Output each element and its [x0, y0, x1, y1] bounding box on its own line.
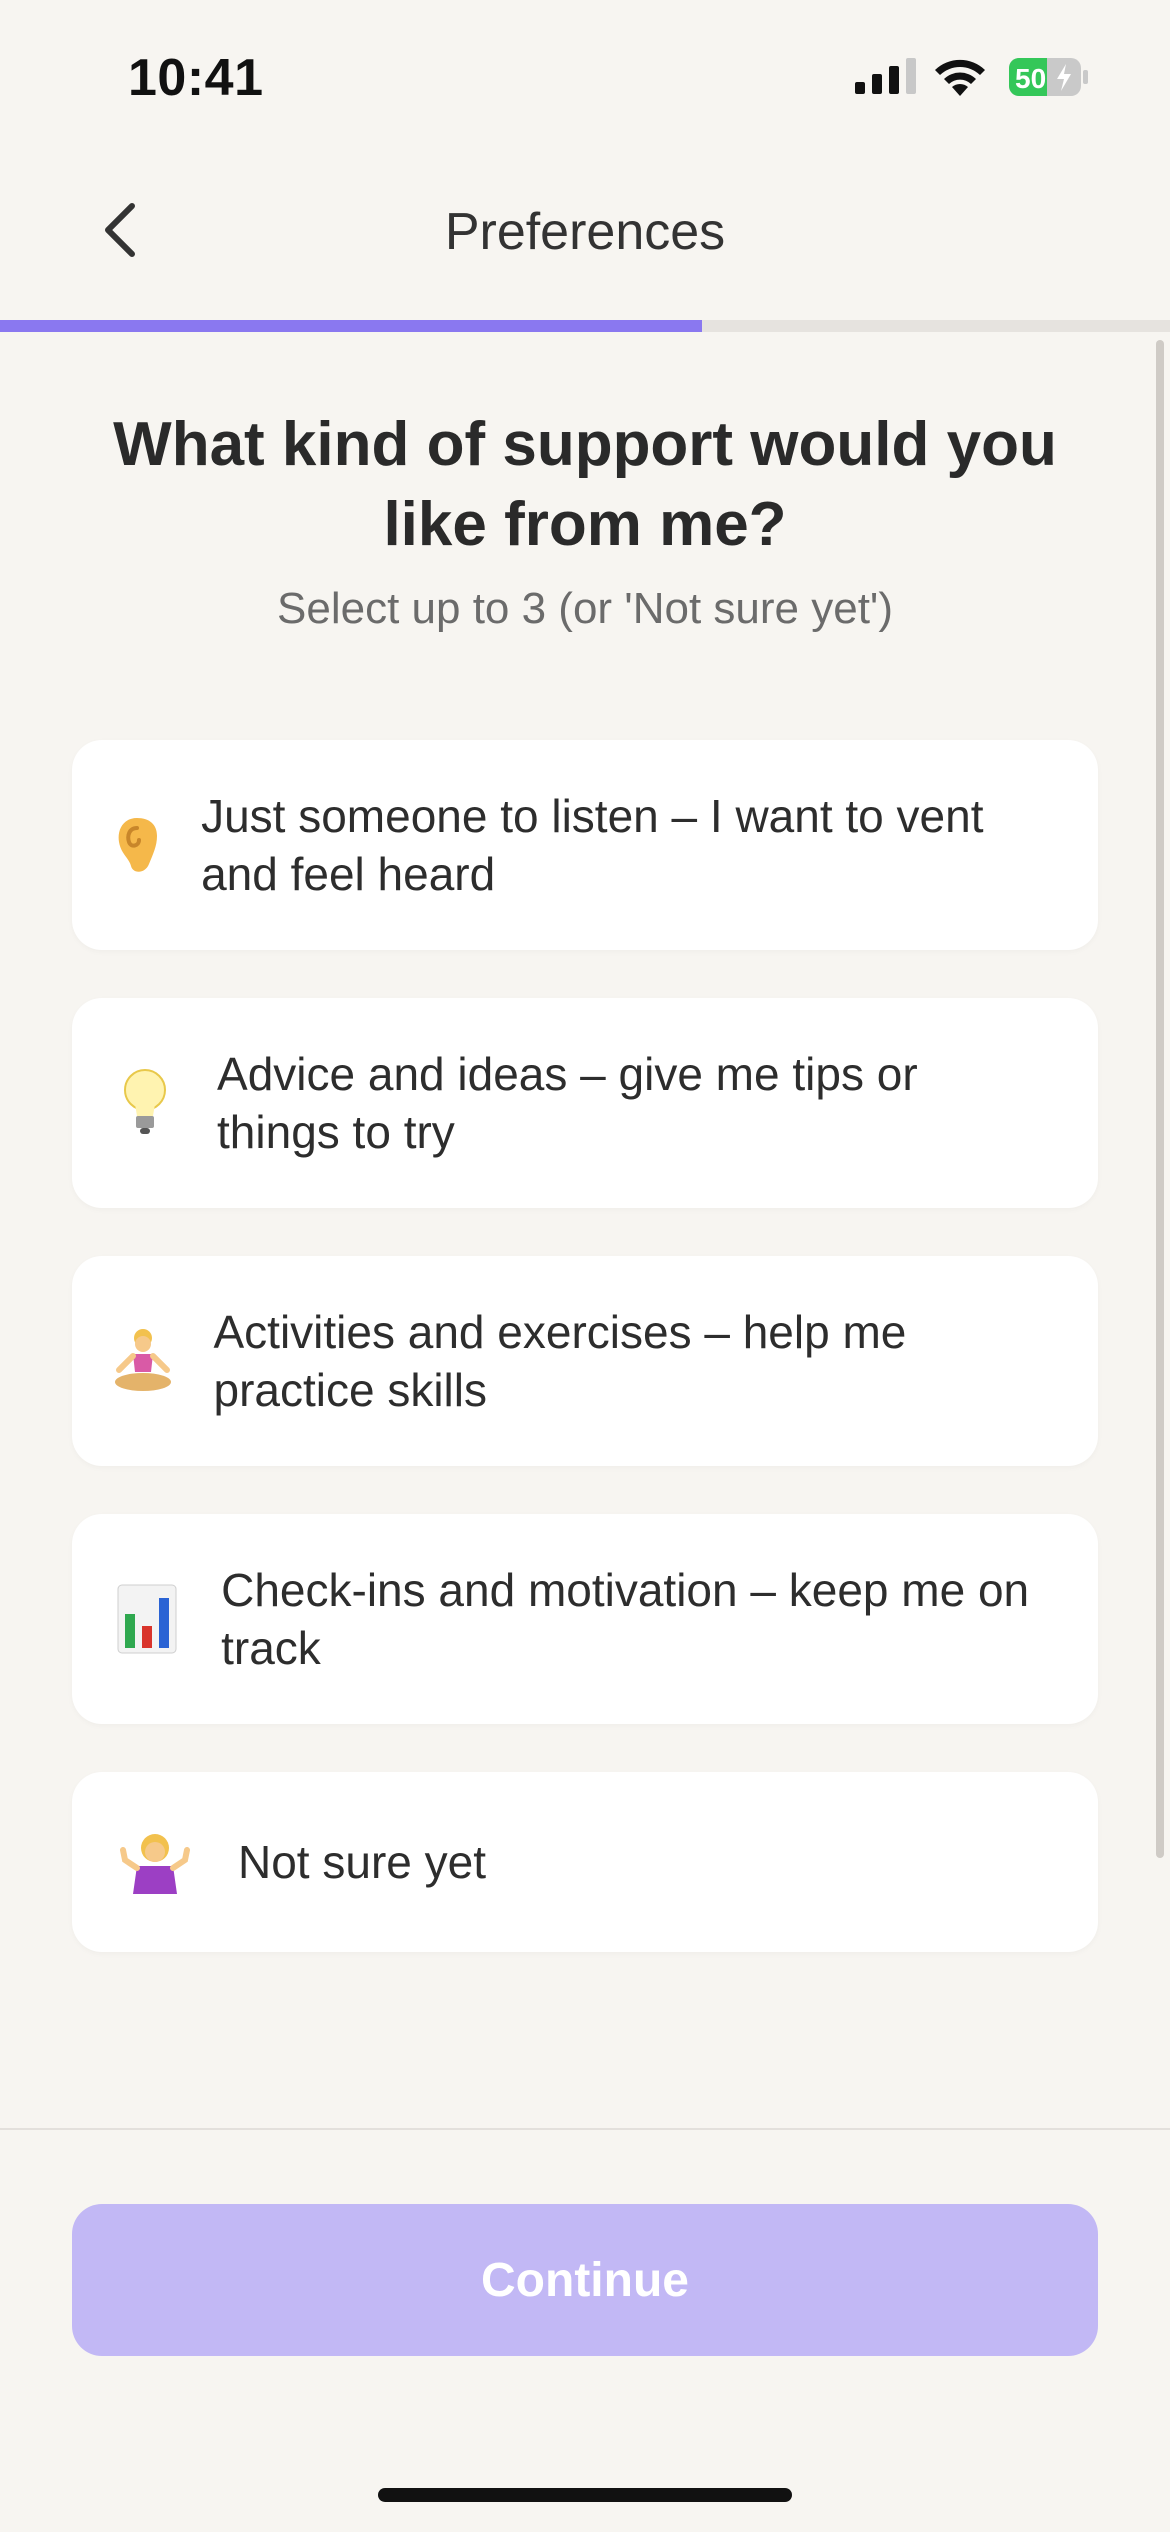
status-bar: 10:41 50 — [0, 0, 1170, 150]
options-list: Just someone to listen – I want to vent … — [72, 740, 1098, 2000]
top-nav-bar: Preferences — [0, 180, 1170, 280]
option-label: Not sure yet — [238, 1836, 486, 1888]
option-activities[interactable]: Activities and exercises – help me pract… — [72, 1256, 1098, 1466]
option-not-sure[interactable]: Not sure yet — [72, 1772, 1098, 1952]
option-checkins[interactable]: Check-ins and motivation – keep me on tr… — [72, 1514, 1098, 1724]
battery-charging-icon: 50 — [1009, 58, 1088, 96]
cellular-signal-icon — [855, 58, 916, 94]
home-indicator[interactable] — [378, 2488, 792, 2502]
option-label: Just someone to listen – I want to vent … — [201, 790, 984, 900]
question-title: What kind of support would you like from… — [113, 410, 1057, 559]
question-subtitle: Select up to 3 (or 'Not sure yet') — [277, 584, 893, 633]
progress-bar — [0, 320, 1170, 332]
option-advice[interactable]: Advice and ideas – give me tips or thing… — [72, 998, 1098, 1208]
battery-level: 50 — [1015, 63, 1046, 94]
bar-chart-icon — [72, 1584, 221, 1654]
ear-icon — [72, 814, 201, 876]
status-time: 10:41 — [128, 49, 264, 107]
option-listen[interactable]: Just someone to listen – I want to vent … — [72, 740, 1098, 950]
meditation-icon — [72, 1326, 213, 1396]
wifi-icon — [935, 59, 985, 96]
option-label: Activities and exercises – help me pract… — [213, 1306, 907, 1416]
footer-divider — [0, 2128, 1170, 2130]
option-label: Advice and ideas – give me tips or thing… — [217, 1048, 918, 1158]
scroll-indicator[interactable] — [1156, 340, 1164, 1858]
lightbulb-icon — [72, 1068, 217, 1138]
continue-button[interactable]: Continue — [72, 2204, 1098, 2356]
option-label: Check-ins and motivation – keep me on tr… — [221, 1564, 1030, 1674]
page-title: Preferences — [444, 203, 726, 261]
shrug-icon — [72, 1830, 238, 1894]
progress-bar-fill — [0, 320, 702, 332]
